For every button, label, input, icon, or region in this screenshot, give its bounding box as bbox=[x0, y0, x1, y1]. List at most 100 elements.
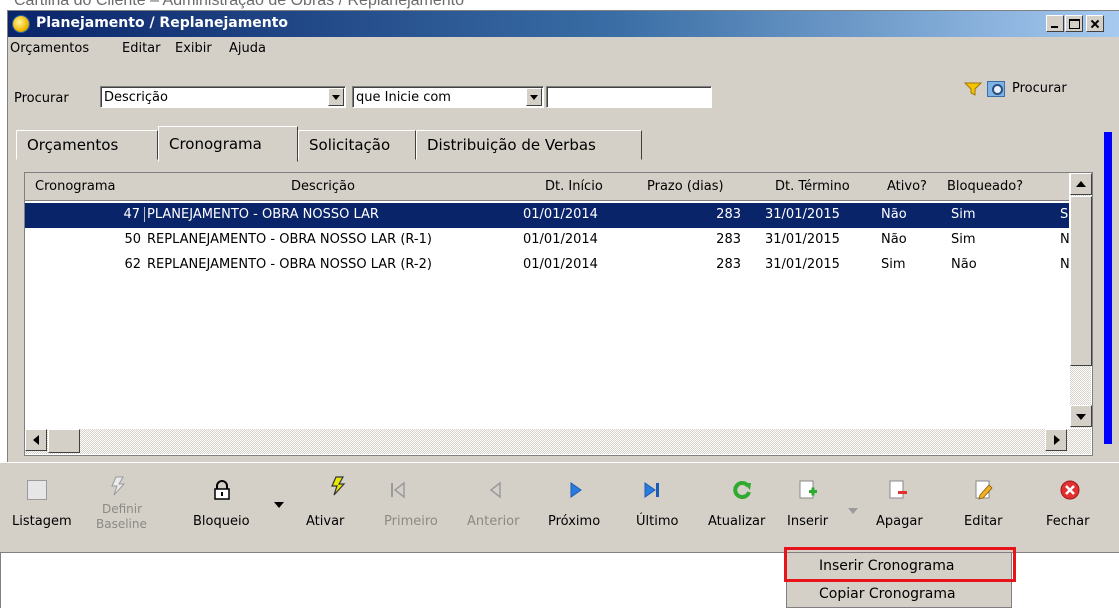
cell-prazo: 283 bbox=[716, 207, 741, 222]
chevron-down-icon[interactable] bbox=[526, 88, 542, 106]
col-dt-termino[interactable]: Dt. Término bbox=[775, 179, 850, 194]
search-input[interactable] bbox=[546, 86, 712, 108]
atualizar-label: Atualizar bbox=[708, 514, 766, 529]
tab-distribuicao-verbas[interactable]: Distribuição de Verbas bbox=[416, 130, 642, 160]
cell-cronograma: 47 bbox=[25, 207, 145, 222]
title-bar: Planejamento / Replanejamento bbox=[8, 11, 1119, 37]
tab-orcamentos[interactable]: Orçamentos bbox=[16, 130, 158, 160]
apagar-button[interactable]: Apagar bbox=[872, 470, 928, 552]
dropdown-arrow-icon[interactable] bbox=[848, 508, 858, 514]
cell-ativo: Não bbox=[881, 207, 907, 222]
search-button-label: Procurar bbox=[1012, 81, 1067, 96]
close-icon bbox=[1060, 480, 1080, 500]
ultimo-label: Último bbox=[636, 514, 679, 529]
search-condition-select[interactable]: que Inicie com bbox=[352, 86, 544, 108]
search-condition-value: que Inicie com bbox=[356, 90, 451, 105]
atualizar-button[interactable]: Atualizar bbox=[708, 470, 778, 552]
highlight-box bbox=[784, 547, 1016, 582]
cell-prazo: 283 bbox=[716, 232, 741, 247]
anterior-label: Anterior bbox=[467, 514, 520, 529]
first-record-icon bbox=[391, 481, 405, 499]
maximize-button[interactable] bbox=[1065, 15, 1083, 32]
insert-icon bbox=[799, 480, 817, 499]
search-button[interactable]: Procurar bbox=[986, 76, 1104, 102]
proximo-button[interactable]: Próximo bbox=[546, 470, 610, 552]
cell-dt-termino: 31/01/2015 bbox=[765, 257, 840, 272]
grid-header: Cronograma Descrição Dt. Início Prazo (d… bbox=[25, 173, 1069, 201]
search-icon bbox=[987, 81, 1005, 97]
minimize-button[interactable] bbox=[1046, 15, 1064, 32]
listagem-button[interactable]: Listagem bbox=[12, 470, 72, 552]
bloqueio-button[interactable]: Bloqueio bbox=[190, 470, 284, 552]
scroll-left-button[interactable] bbox=[25, 429, 47, 451]
inserir-button[interactable]: Inserir bbox=[782, 470, 858, 552]
cell-descricao: REPLANEJAMENTO - OBRA NOSSO LAR (R-1) bbox=[147, 232, 432, 247]
cronograma-grid: Cronograma Descrição Dt. Início Prazo (d… bbox=[24, 172, 1093, 456]
definir-baseline-button[interactable]: Definir Baseline bbox=[86, 470, 156, 552]
primeiro-button[interactable]: Primeiro bbox=[378, 470, 438, 552]
cell-dt-termino: 31/01/2015 bbox=[765, 207, 840, 222]
ativar-button[interactable]: Ativar bbox=[302, 470, 362, 552]
col-dt-inicio[interactable]: Dt. Início bbox=[545, 179, 603, 194]
tab-label: Orçamentos bbox=[27, 136, 119, 154]
vertical-scroll-thumb[interactable] bbox=[1070, 196, 1092, 366]
table-row[interactable]: 50 REPLANEJAMENTO - OBRA NOSSO LAR (R-1)… bbox=[25, 228, 1069, 253]
fechar-button[interactable]: Fechar bbox=[1042, 470, 1102, 552]
app-icon bbox=[12, 15, 30, 33]
cell-bloqueado: Não bbox=[951, 257, 977, 272]
anterior-button[interactable]: Anterior bbox=[462, 470, 530, 552]
lightning-icon bbox=[111, 476, 126, 496]
cell-ativo: Sim bbox=[881, 257, 906, 272]
cell-descricao: PLANEJAMENTO - OBRA NOSSO LAR bbox=[147, 207, 379, 222]
page-icon bbox=[27, 480, 47, 500]
menu-exibir[interactable]: Exibir bbox=[175, 41, 212, 56]
ultimo-button[interactable]: Último bbox=[634, 470, 690, 552]
tab-cronograma[interactable]: Cronograma bbox=[158, 126, 298, 162]
menu-editar[interactable]: Editar bbox=[122, 41, 161, 56]
menu-item-copiar-cronograma[interactable]: Copiar Cronograma bbox=[787, 582, 1011, 608]
cell-extra: S bbox=[1060, 207, 1069, 222]
table-row[interactable]: 62 REPLANEJAMENTO - OBRA NOSSO LAR (R-2)… bbox=[25, 253, 1069, 278]
scroll-up-button[interactable] bbox=[1070, 173, 1092, 195]
cell-dt-termino: 31/01/2015 bbox=[765, 232, 840, 247]
cell-prazo: 283 bbox=[716, 257, 741, 272]
listagem-label: Listagem bbox=[12, 514, 72, 529]
horizontal-scroll-thumb[interactable] bbox=[48, 429, 80, 453]
search-field-select[interactable]: Descrição bbox=[100, 86, 346, 108]
window-title: Planejamento / Replanejamento bbox=[36, 15, 289, 31]
editar-label: Editar bbox=[964, 514, 1003, 529]
chevron-down-icon[interactable] bbox=[328, 88, 344, 106]
cell-bloqueado: Sim bbox=[951, 207, 976, 222]
scroll-down-button[interactable] bbox=[1070, 405, 1092, 427]
tab-label: Solicitação bbox=[309, 136, 391, 154]
menu-ajuda[interactable]: Ajuda bbox=[229, 41, 266, 56]
tab-solicitacao[interactable]: Solicitação bbox=[298, 130, 416, 160]
accent-bar bbox=[1104, 132, 1112, 444]
col-descricao[interactable]: Descrição bbox=[291, 179, 355, 194]
menu-orcamentos[interactable]: Orçamentos bbox=[10, 41, 89, 56]
col-cronograma[interactable]: Cronograma bbox=[35, 179, 115, 194]
filter-icon[interactable] bbox=[964, 82, 982, 96]
horizontal-scrollbar[interactable] bbox=[25, 428, 1091, 454]
fechar-label: Fechar bbox=[1046, 514, 1090, 529]
scroll-right-button[interactable] bbox=[1045, 429, 1067, 451]
tab-label: Distribuição de Verbas bbox=[427, 136, 596, 154]
proximo-label: Próximo bbox=[548, 514, 601, 529]
cell-dt-inicio: 01/01/2014 bbox=[523, 257, 598, 272]
search-label: Procurar bbox=[14, 91, 69, 106]
col-prazo[interactable]: Prazo (dias) bbox=[647, 179, 724, 194]
cell-descricao: REPLANEJAMENTO - OBRA NOSSO LAR (R-2) bbox=[147, 257, 432, 272]
col-bloqueado[interactable]: Bloqueado? bbox=[947, 179, 1023, 194]
ativar-label: Ativar bbox=[306, 514, 345, 529]
cell-cronograma: 62 bbox=[124, 257, 141, 272]
cell-bloqueado: Sim bbox=[951, 232, 976, 247]
delete-icon bbox=[889, 480, 907, 499]
editar-button[interactable]: Editar bbox=[960, 470, 1010, 552]
cell-dt-inicio: 01/01/2014 bbox=[523, 207, 598, 222]
col-ativo[interactable]: Ativo? bbox=[887, 179, 927, 194]
dropdown-arrow-icon[interactable] bbox=[274, 502, 284, 508]
table-row[interactable]: 47 PLANEJAMENTO - OBRA NOSSO LAR 01/01/2… bbox=[25, 203, 1069, 228]
close-window-button[interactable] bbox=[1086, 15, 1104, 32]
vertical-scrollbar[interactable] bbox=[1069, 173, 1092, 428]
baseline-label: Baseline bbox=[96, 517, 147, 531]
